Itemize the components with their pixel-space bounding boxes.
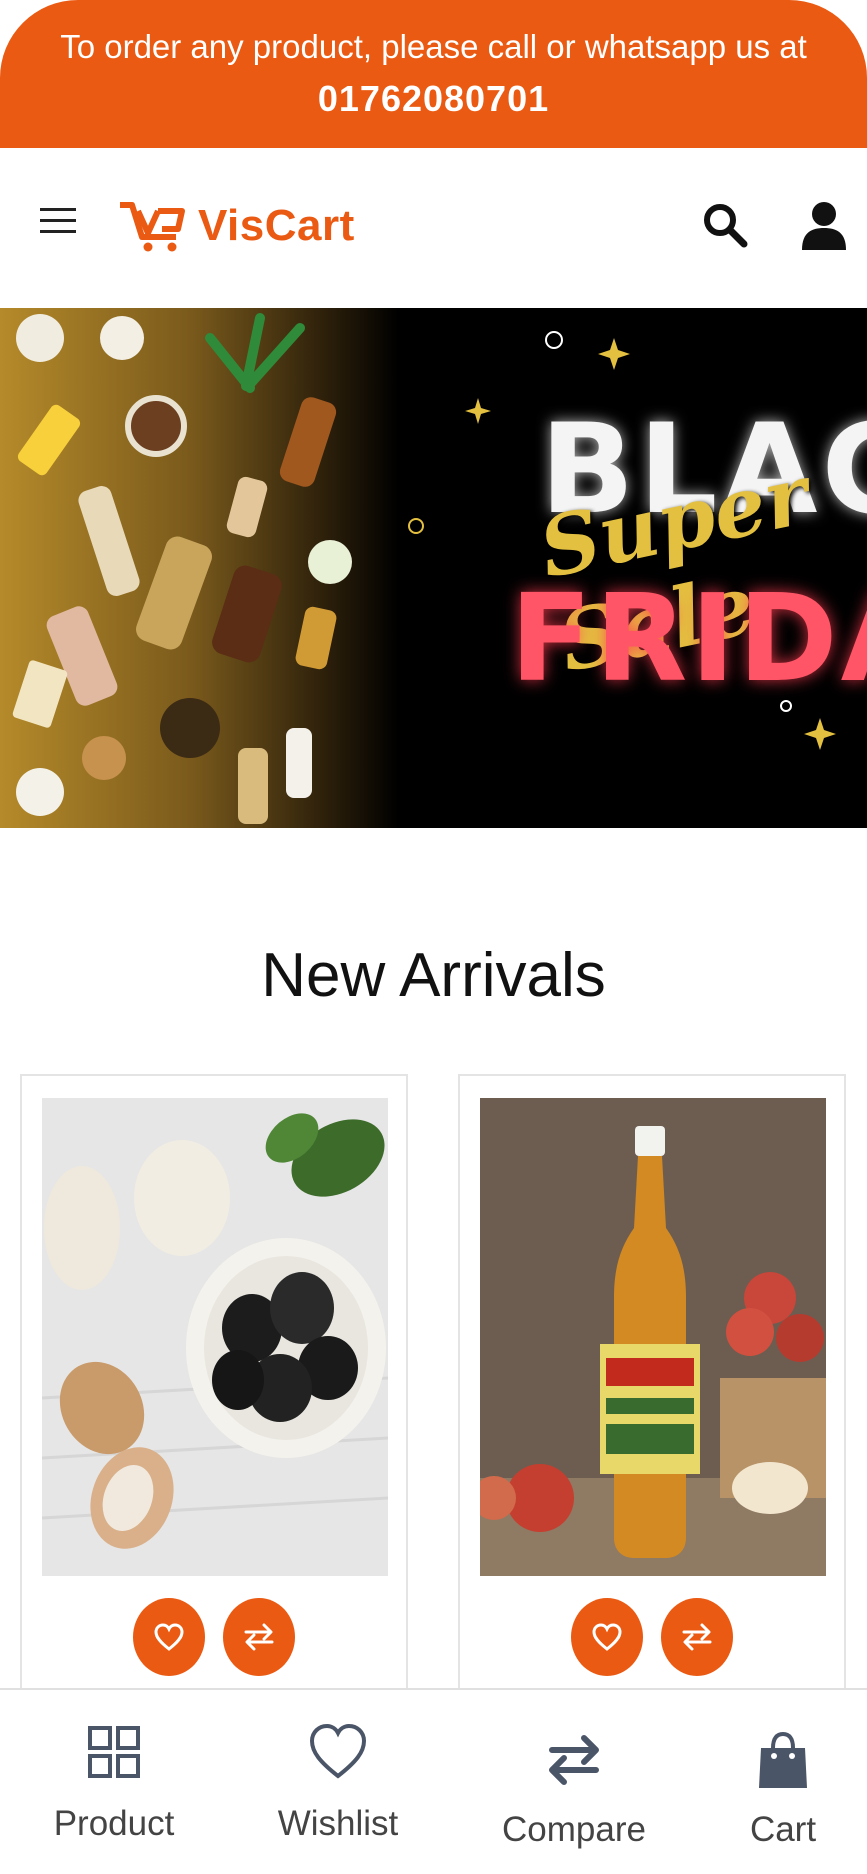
wishlist-button[interactable] bbox=[571, 1598, 643, 1676]
banner-word-friday: FRIDAY bbox=[510, 570, 867, 709]
apple-cider-vinegar-photo[interactable] bbox=[480, 1098, 826, 1576]
nav-cart[interactable]: Cart bbox=[683, 1690, 867, 1874]
user-icon[interactable] bbox=[800, 200, 848, 252]
nav-cart-label: Cart bbox=[749, 1810, 817, 1849]
compare-icon bbox=[549, 1735, 599, 1785]
heart-icon bbox=[154, 1623, 184, 1651]
announcement-text: To order any product, please call or wha… bbox=[60, 28, 807, 65]
wishlist-button[interactable] bbox=[133, 1598, 205, 1676]
heart-icon bbox=[309, 1723, 367, 1779]
bag-icon bbox=[759, 1731, 807, 1788]
announcement-phone[interactable]: 01762080701 bbox=[0, 78, 867, 120]
cart-logo-icon bbox=[120, 202, 185, 252]
bottom-nav: Product Wishlist Compare Cart bbox=[0, 1688, 867, 1874]
site-header: VisCart bbox=[0, 148, 867, 308]
compare-icon bbox=[682, 1623, 712, 1651]
compare-icon bbox=[244, 1623, 274, 1651]
nav-product[interactable]: Product bbox=[14, 1690, 214, 1874]
promo-banner[interactable]: BLACK Super Sale FRIDAY bbox=[0, 308, 867, 828]
black-garlic-photo[interactable] bbox=[42, 1098, 388, 1576]
announcement-bar: To order any product, please call or wha… bbox=[0, 0, 867, 148]
product-card[interactable] bbox=[458, 1074, 846, 1714]
compare-button[interactable] bbox=[661, 1598, 733, 1676]
nav-wishlist-label: Wishlist bbox=[277, 1804, 399, 1843]
brand-name: VisCart bbox=[198, 201, 355, 250]
banner-product-art bbox=[12, 313, 352, 824]
nav-wishlist[interactable]: Wishlist bbox=[238, 1690, 438, 1874]
search-icon[interactable] bbox=[700, 200, 750, 250]
compare-button[interactable] bbox=[223, 1598, 295, 1676]
grid-icon bbox=[88, 1726, 140, 1778]
nav-product-label: Product bbox=[53, 1804, 175, 1843]
menu-icon[interactable] bbox=[40, 204, 76, 236]
section-title: New Arrivals bbox=[261, 941, 606, 1010]
nav-compare[interactable]: Compare bbox=[474, 1690, 674, 1874]
heart-icon bbox=[592, 1623, 622, 1651]
logo[interactable]: VisCart bbox=[118, 196, 355, 256]
product-card[interactable] bbox=[20, 1074, 408, 1714]
nav-compare-label: Compare bbox=[502, 1810, 646, 1849]
